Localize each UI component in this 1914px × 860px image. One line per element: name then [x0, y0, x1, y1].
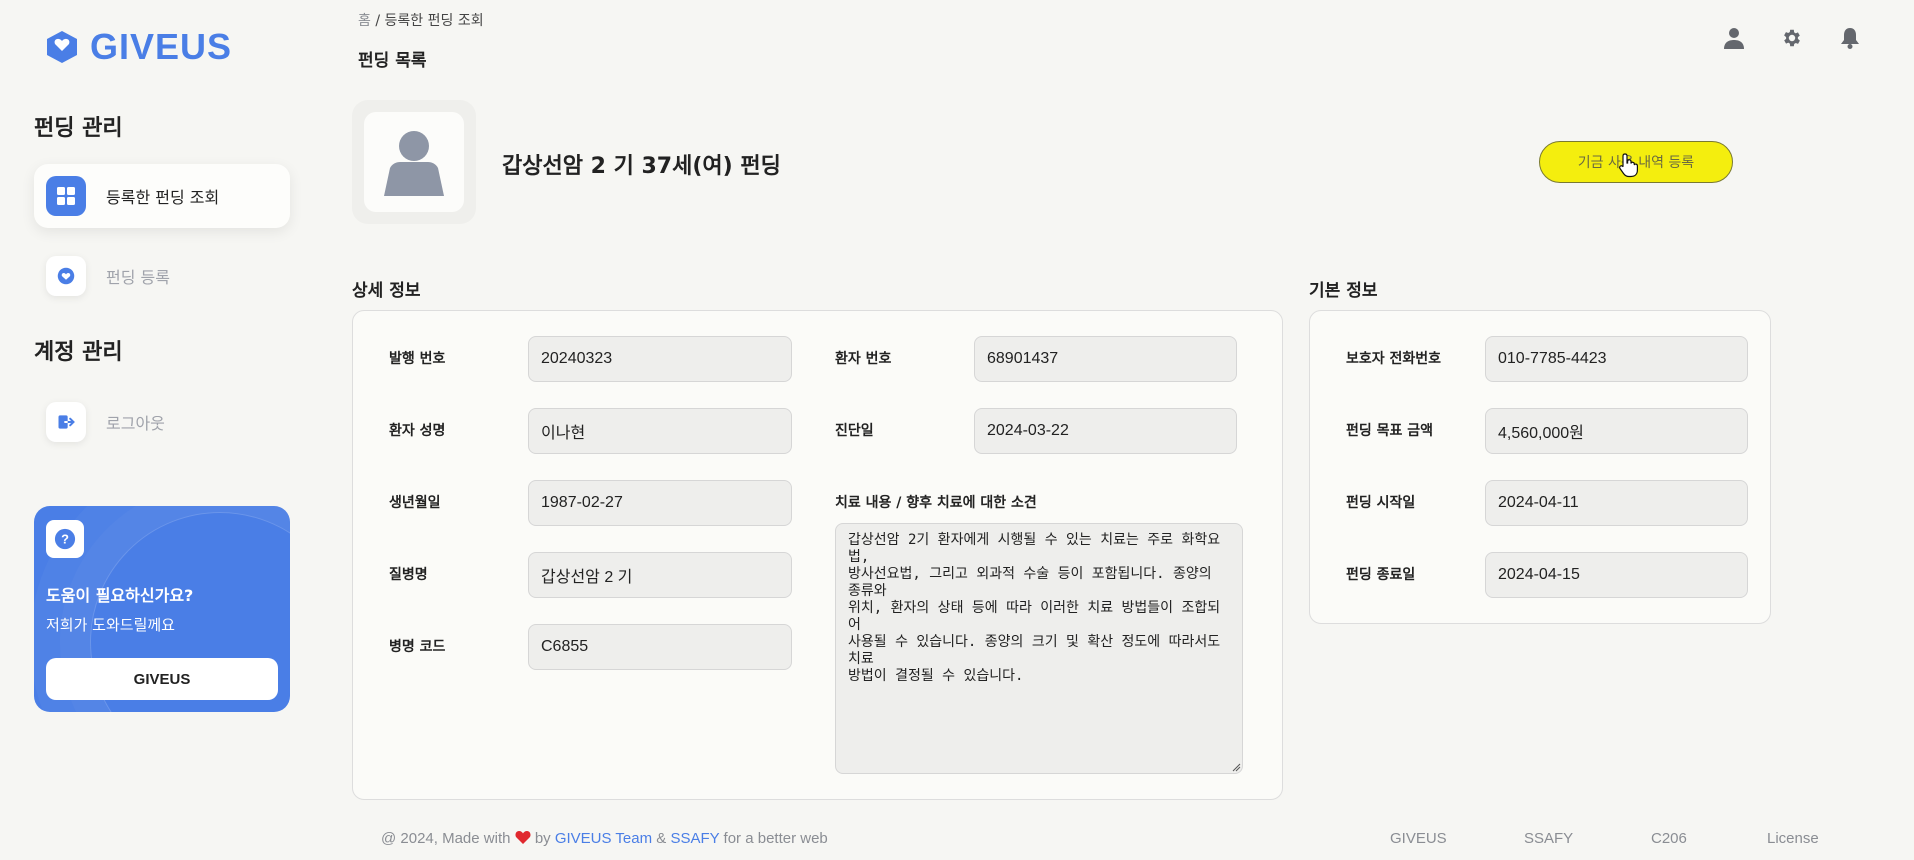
bell-icon[interactable] [1838, 26, 1862, 50]
sidebar-item-label: 펀딩 등록 [106, 268, 170, 287]
breadcrumb-home[interactable]: 홈 [358, 13, 371, 29]
help-card: ? 도움이 필요하신가요? 저희가 도와드릴께요 GIVEUS [34, 506, 290, 712]
diagnosis-date-label: 진단일 [835, 423, 874, 439]
footer-team-link[interactable]: GIVEUS Team [555, 830, 652, 847]
sidebar-item-label: 등록한 펀딩 조회 [106, 188, 220, 207]
resize-grip-icon[interactable] [1231, 762, 1241, 772]
brand-name: GIVEUS [90, 26, 233, 67]
heart-icon [515, 831, 531, 844]
patient-name-label: 환자 성명 [389, 423, 446, 439]
footer-link-license[interactable]: License [1767, 830, 1819, 847]
issue-no-field[interactable]: 20240323 [528, 336, 792, 382]
help-title: 도움이 필요하신가요? [46, 586, 194, 605]
sidebar-item-logout[interactable]: 로그아웃 [34, 390, 290, 454]
end-field[interactable]: 2024-04-15 [1485, 552, 1748, 598]
basic-section-title: 기본 정보 [1309, 281, 1378, 301]
footer-copyright: @ 2024, Made with by GIVEUS Team & SSAFY… [381, 830, 828, 847]
breadcrumb-current: 등록한 펀딩 조회 [384, 13, 484, 29]
birth-field[interactable]: 1987-02-27 [528, 480, 792, 526]
patient-name-field[interactable]: 이나현 [528, 408, 792, 454]
footer-amp: & [656, 830, 667, 847]
sidebar-item-funding-list[interactable]: 등록한 펀딩 조회 [34, 164, 290, 228]
start-field[interactable]: 2024-04-11 [1485, 480, 1748, 526]
pointer-cursor-icon [1619, 153, 1638, 178]
start-label: 펀딩 시작일 [1346, 495, 1416, 511]
goal-label: 펀딩 목표 금액 [1346, 423, 1434, 439]
disease-field[interactable]: 갑상선암 2 기 [528, 552, 792, 598]
gear-icon[interactable] [1780, 26, 1804, 50]
help-subtitle: 저희가 도와드릴께요 [46, 616, 175, 634]
help-button[interactable]: GIVEUS [46, 658, 278, 700]
footer-org-link[interactable]: SSAFY [670, 830, 719, 847]
code-label: 병명 코드 [389, 639, 446, 655]
funding-title: 갑상선암 2 기 37세(여) 펀딩 [502, 154, 781, 179]
sidebar-section-funding: 펀딩 관리 [34, 116, 123, 141]
logout-icon [46, 402, 86, 442]
disease-label: 질병명 [389, 567, 428, 583]
opinion-textarea[interactable]: 갑상선암 2기 환자에게 시행될 수 있는 치료는 주로 화학요법, 방사선요법… [835, 523, 1243, 774]
grid-icon [46, 176, 86, 216]
avatar [352, 100, 476, 224]
breadcrumb: 홈 / 등록한 펀딩 조회 [358, 10, 484, 30]
opinion-label: 치료 내용 / 향후 치료에 대한 소견 [835, 495, 1037, 511]
code-field[interactable]: C6855 [528, 624, 792, 670]
goal-field[interactable]: 4,560,000원 [1485, 408, 1748, 454]
guardian-phone-label: 보호자 전화번호 [1346, 351, 1442, 367]
birth-label: 생년월일 [389, 495, 441, 511]
footer-link-giveus[interactable]: GIVEUS [1390, 830, 1447, 847]
guardian-phone-field[interactable]: 010-7785-4423 [1485, 336, 1748, 382]
heart-icon [46, 256, 86, 296]
footer-link-ssafy[interactable]: SSAFY [1524, 830, 1573, 847]
svg-text:?: ? [61, 532, 69, 547]
diagnosis-date-field[interactable]: 2024-03-22 [974, 408, 1237, 454]
detail-section-title: 상세 정보 [352, 281, 421, 301]
end-label: 펀딩 종료일 [1346, 567, 1416, 583]
footer-prefix: @ 2024, Made with [381, 830, 511, 847]
brand-logo[interactable]: GIVEUS [44, 26, 232, 68]
patient-no-label: 환자 번호 [835, 351, 892, 367]
patient-no-field[interactable]: 68901437 [974, 336, 1237, 382]
footer-link-c206[interactable]: C206 [1651, 830, 1687, 847]
logo-icon [47, 31, 77, 63]
question-icon: ? [46, 520, 84, 558]
sidebar-section-account: 계정 관리 [34, 340, 123, 365]
page-title: 펀딩 목록 [358, 51, 427, 71]
breadcrumb-separator: / [375, 13, 381, 29]
issue-no-label: 발행 번호 [389, 351, 446, 367]
person-icon [384, 131, 444, 196]
user-icon[interactable] [1722, 26, 1746, 50]
footer-suffix: for a better web [723, 830, 828, 847]
footer-by: by [534, 830, 551, 847]
header-actions [1722, 26, 1862, 50]
sidebar-item-funding-register[interactable]: 펀딩 등록 [34, 244, 290, 308]
sidebar-item-label: 로그아웃 [106, 414, 165, 433]
